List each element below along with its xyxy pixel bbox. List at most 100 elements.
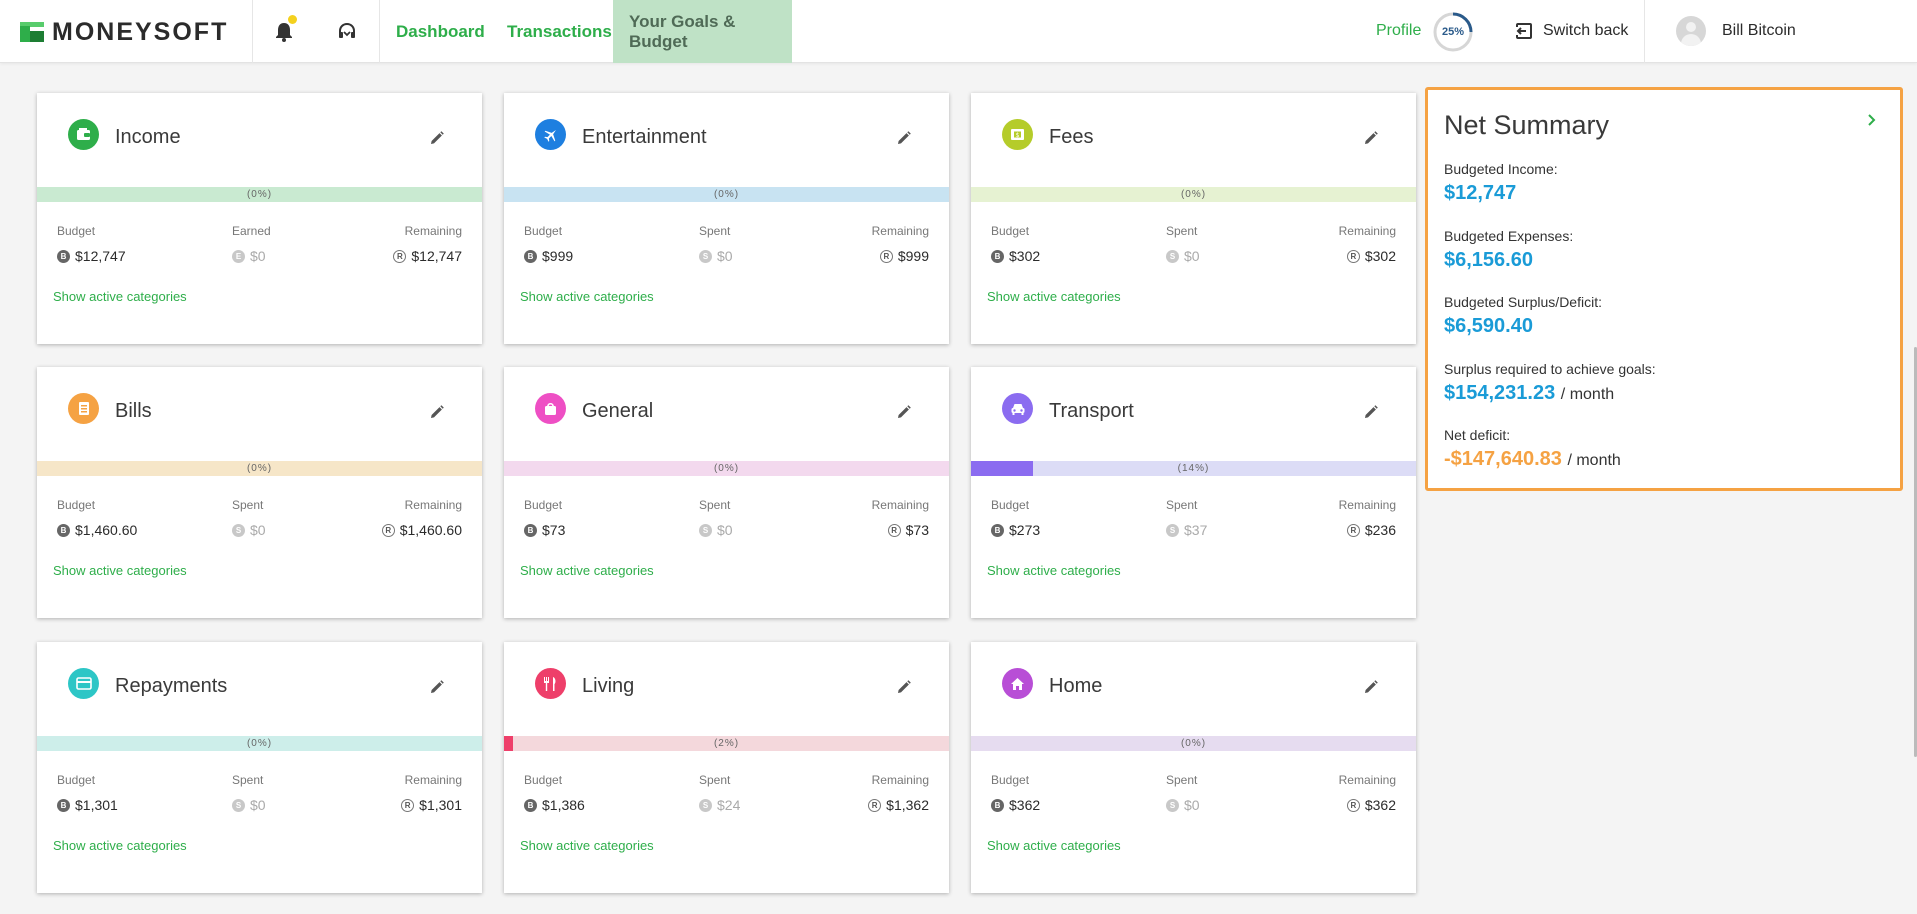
spent-value: $0 bbox=[1184, 797, 1200, 813]
brand-name: MONEYSOFT bbox=[52, 17, 229, 46]
remaining-badge-icon: R bbox=[1346, 249, 1360, 263]
budget-card-fees[interactable]: $ Fees (0%) Budget B $302 Spent S $0 Remai… bbox=[971, 93, 1416, 344]
remaining-column: Remaining R $1,301 bbox=[401, 773, 462, 813]
header-spacer bbox=[1495, 0, 1496, 63]
budget-value: $12,747 bbox=[75, 248, 126, 264]
progress-percent: (2%) bbox=[713, 738, 740, 749]
notification-dot bbox=[288, 15, 297, 24]
pencil-edit-icon[interactable] bbox=[429, 130, 445, 146]
spent-badge-icon: S bbox=[699, 523, 712, 537]
spent-value: $0 bbox=[250, 248, 266, 264]
profile-completion-value: 25% bbox=[1441, 26, 1465, 38]
progress-bar: (14%) bbox=[971, 461, 1416, 476]
budget-card-entertainment[interactable]: Entertainment (0%) Budget B $999 Spent S $… bbox=[504, 93, 949, 344]
cash-icon: $ bbox=[1002, 119, 1033, 150]
spent-value: $0 bbox=[250, 522, 266, 538]
remaining-label: Remaining bbox=[871, 498, 929, 512]
remaining-label: Remaining bbox=[871, 773, 929, 787]
budget-value: $362 bbox=[1009, 797, 1041, 813]
show-active-categories-link[interactable]: Show active categories bbox=[520, 838, 654, 853]
progress-percent: (0%) bbox=[713, 189, 740, 200]
net-summary-panel[interactable]: Net Summary Budgeted Income: $12,747 Bud… bbox=[1425, 87, 1903, 491]
show-active-categories-link[interactable]: Show active categories bbox=[987, 289, 1121, 304]
budget-card-repayments[interactable]: Repayments (0%) Budget B $1,301 Spent S $0… bbox=[37, 642, 482, 893]
progress-percent: (14%) bbox=[1177, 463, 1210, 474]
progress-bar: (0%) bbox=[971, 187, 1416, 202]
pencil-edit-icon[interactable] bbox=[429, 679, 445, 695]
cutlery-icon bbox=[535, 668, 566, 699]
per-month-label: / month bbox=[1567, 452, 1621, 469]
progress-percent: (0%) bbox=[713, 463, 740, 474]
required-surplus-row: Surplus required to achieve goals: $154,… bbox=[1444, 361, 1656, 405]
moneysoft-logo[interactable]: MONEYSOFT bbox=[20, 18, 228, 46]
remaining-badge-icon: R bbox=[381, 523, 395, 537]
budgeted-surplus-label: Budgeted Surplus/Deficit: bbox=[1444, 294, 1602, 310]
budget-card-income[interactable]: Income (0%) Budget B $12,747 Earned E $0 R… bbox=[37, 93, 482, 344]
support-headset-icon[interactable] bbox=[334, 19, 360, 45]
budget-card-home[interactable]: Home (0%) Budget B $362 Spent S $0 Remaini… bbox=[971, 642, 1416, 893]
budget-card-bills[interactable]: Bills (0%) Budget B $1,460.60 Spent S $0 R… bbox=[37, 367, 482, 618]
budget-value: $1,460.60 bbox=[75, 522, 138, 538]
budget-label: Budget bbox=[991, 224, 1030, 238]
show-active-categories-link[interactable]: Show active categories bbox=[520, 289, 654, 304]
budget-badge-icon: B bbox=[524, 249, 537, 263]
budget-label: Budget bbox=[524, 498, 563, 512]
progress-bar: (0%) bbox=[37, 736, 482, 751]
budget-card-general[interactable]: General (0%) Budget B $73 Spent S $0 Remai… bbox=[504, 367, 949, 618]
spent-column: Spent S $0 bbox=[1166, 224, 1200, 264]
switch-back-icon[interactable] bbox=[1514, 21, 1534, 41]
show-active-categories-link[interactable]: Show active categories bbox=[987, 563, 1121, 578]
budget-value: $1,301 bbox=[75, 797, 118, 813]
avatar-icon[interactable] bbox=[1676, 16, 1706, 46]
spent-label: Spent bbox=[699, 224, 731, 238]
pencil-edit-icon[interactable] bbox=[1363, 679, 1379, 695]
spent-badge-icon: S bbox=[699, 249, 712, 263]
progress-bar: (2%) bbox=[504, 736, 949, 751]
pencil-edit-icon[interactable] bbox=[1363, 130, 1379, 146]
spent-label: Spent bbox=[1166, 224, 1198, 238]
progress-percent: (0%) bbox=[246, 463, 273, 474]
pencil-edit-icon[interactable] bbox=[896, 404, 912, 420]
nav-dashboard[interactable]: Dashboard bbox=[380, 0, 501, 63]
header-divider bbox=[252, 0, 253, 63]
progress-percent: (0%) bbox=[1180, 189, 1207, 200]
nav-your-goals-budget[interactable]: Your Goals & Budget bbox=[613, 0, 792, 63]
budget-badge-icon: B bbox=[524, 523, 537, 537]
pencil-edit-icon[interactable] bbox=[1363, 404, 1379, 420]
bell-icon[interactable] bbox=[271, 15, 297, 45]
show-active-categories-link[interactable]: Show active categories bbox=[53, 563, 187, 578]
remaining-column: Remaining R $73 bbox=[872, 498, 929, 538]
spent-value: $0 bbox=[717, 522, 733, 538]
show-active-categories-link[interactable]: Show active categories bbox=[53, 289, 187, 304]
chevron-right-icon[interactable] bbox=[1866, 112, 1878, 128]
budget-card-transport[interactable]: Transport (14%) Budget B $273 Spent S $37 … bbox=[971, 367, 1416, 618]
switch-back-button[interactable]: Switch back bbox=[1543, 22, 1628, 40]
spent-label: Spent bbox=[699, 773, 731, 787]
budget-badge-icon: B bbox=[57, 523, 70, 537]
profile-link[interactable]: Profile bbox=[1376, 22, 1421, 40]
nav-transactions[interactable]: Transactions bbox=[491, 0, 628, 63]
progress-percent: (0%) bbox=[246, 738, 273, 749]
pencil-edit-icon[interactable] bbox=[896, 679, 912, 695]
spent-badge-icon: E bbox=[232, 249, 245, 263]
card-title: Repayments bbox=[115, 675, 228, 697]
spent-column: Spent S $0 bbox=[232, 773, 266, 813]
pencil-edit-icon[interactable] bbox=[429, 404, 445, 420]
user-name[interactable]: Bill Bitcoin bbox=[1722, 22, 1796, 40]
budget-label: Budget bbox=[991, 498, 1030, 512]
profile-completion-ring[interactable]: 25% bbox=[1432, 11, 1474, 53]
remaining-value: $236 bbox=[1364, 522, 1396, 538]
spent-label: Earned bbox=[232, 224, 271, 238]
show-active-categories-link[interactable]: Show active categories bbox=[520, 563, 654, 578]
remaining-badge-icon: R bbox=[393, 249, 407, 263]
remaining-value: $12,747 bbox=[411, 248, 462, 264]
remaining-column: Remaining R $12,747 bbox=[393, 224, 462, 264]
budget-card-living[interactable]: Living (2%) Budget B $1,386 Spent S $24 Re… bbox=[504, 642, 949, 893]
pencil-edit-icon[interactable] bbox=[896, 130, 912, 146]
remaining-label: Remaining bbox=[1338, 224, 1396, 238]
show-active-categories-link[interactable]: Show active categories bbox=[53, 838, 187, 853]
spent-label: Spent bbox=[699, 498, 731, 512]
remaining-value: $362 bbox=[1364, 797, 1396, 813]
show-active-categories-link[interactable]: Show active categories bbox=[987, 838, 1121, 853]
remaining-label: Remaining bbox=[871, 224, 929, 238]
